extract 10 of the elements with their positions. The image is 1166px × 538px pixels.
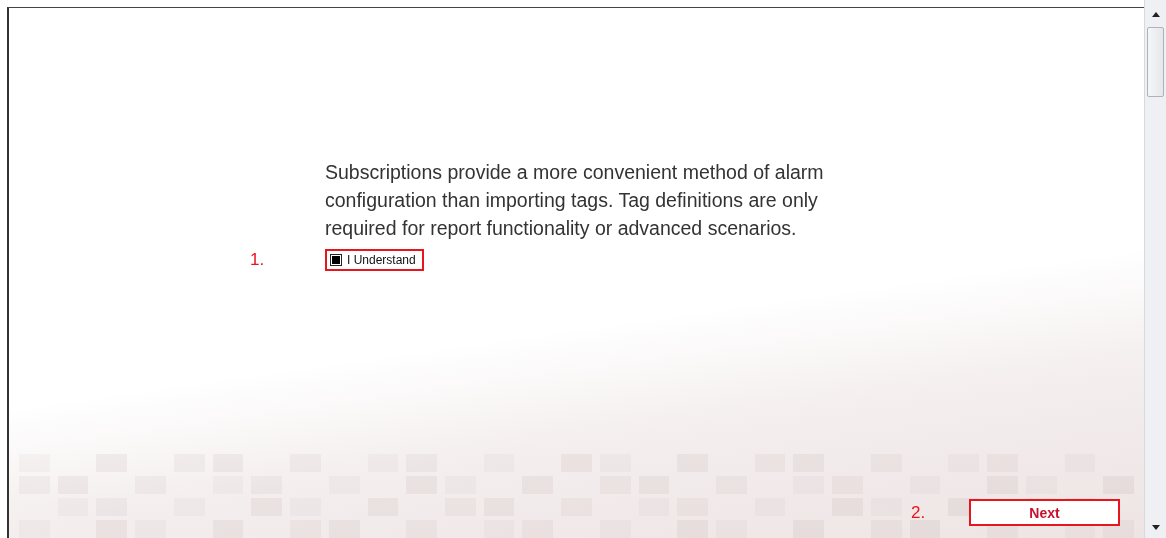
checkbox-label: I Understand xyxy=(347,253,416,267)
step-marker: 1. xyxy=(250,250,266,270)
message-text: Subscriptions provide a more convenient method of alarm configuration than importing tags. Tag definitions are only required for report functionality or advanced scenarios. xyxy=(325,160,825,241)
understand-checkbox[interactable]: I Understand xyxy=(325,249,424,271)
step-marker: 2. xyxy=(911,502,927,523)
scroll-up-icon[interactable] xyxy=(1151,12,1160,17)
next-button[interactable]: Next xyxy=(969,499,1120,526)
scroll-thumb[interactable] xyxy=(1147,27,1164,97)
scrollbar[interactable] xyxy=(1144,0,1166,538)
scroll-down-icon[interactable] xyxy=(1151,525,1160,530)
